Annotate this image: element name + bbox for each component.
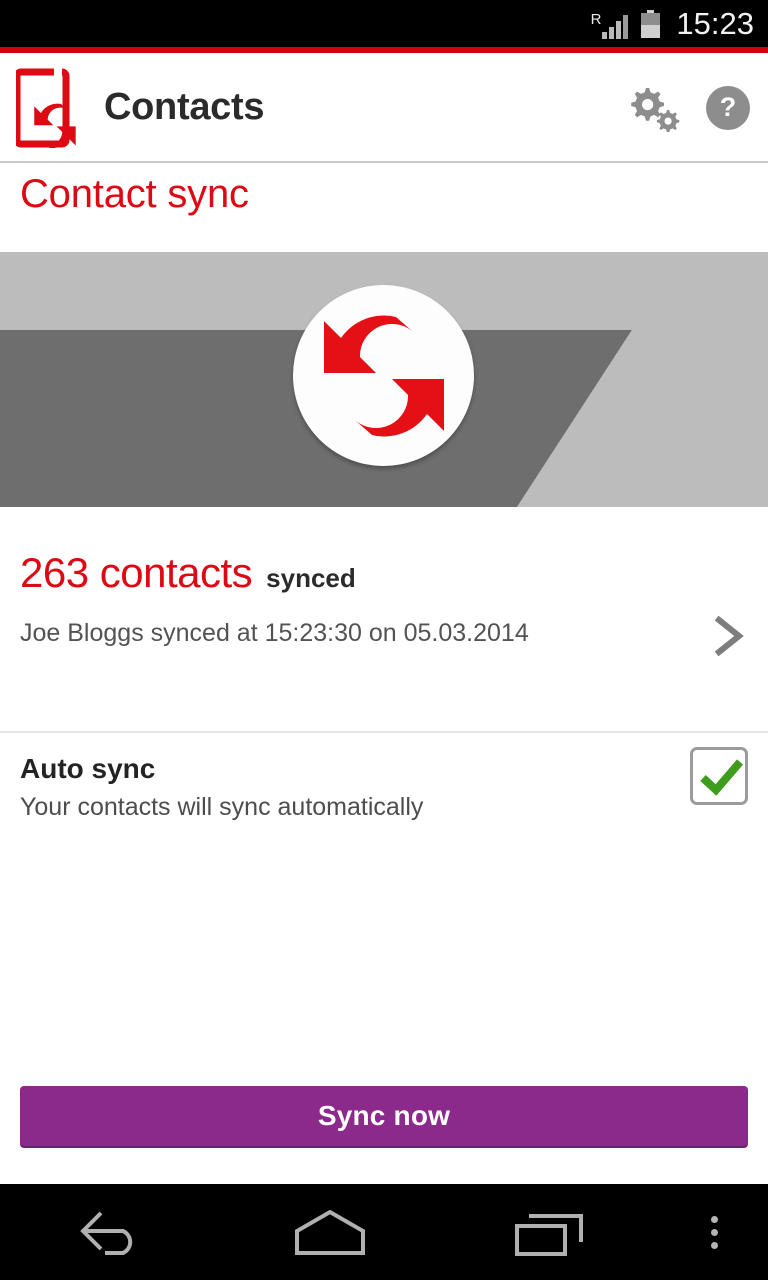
- chevron-right-icon[interactable]: [712, 615, 746, 657]
- overflow-menu-icon[interactable]: [660, 1184, 768, 1280]
- page-title: Contact sync: [20, 172, 249, 216]
- signal-bars-icon: R: [591, 9, 629, 39]
- sync-count-row: 263 contacts synced: [20, 549, 356, 597]
- sync-arrows-icon: [293, 285, 474, 466]
- gears-icon[interactable]: [626, 84, 680, 132]
- roaming-indicator: R: [590, 10, 602, 28]
- signal-strength-bars: [602, 12, 629, 39]
- app-bar-actions: ?: [626, 84, 750, 132]
- app-bar-divider: [0, 161, 768, 163]
- android-nav-bar: [0, 1184, 768, 1280]
- battery-icon: [641, 9, 661, 38]
- contacts-sync-logo-icon: [13, 67, 84, 148]
- sync-count: 263 contacts: [20, 549, 253, 596]
- sync-status-row[interactable]: 263 contacts synced Joe Bloggs synced at…: [0, 507, 768, 733]
- status-bar-right: R 15:23: [591, 8, 754, 39]
- sync-now-label: Sync now: [317, 1100, 451, 1131]
- sync-arrows-glyph: [324, 315, 444, 437]
- status-bar: R 15:23: [0, 0, 768, 47]
- help-button[interactable]: ?: [706, 85, 750, 130]
- check-icon: [700, 759, 744, 796]
- app-bar: Contacts ?: [0, 53, 768, 162]
- sync-detail-text: Joe Bloggs synced at 15:23:30 on 05.03.2…: [20, 619, 529, 647]
- auto-sync-row[interactable]: Auto sync Your contacts will sync automa…: [0, 733, 768, 843]
- recents-icon[interactable]: [440, 1184, 660, 1280]
- status-bar-clock: 15:23: [676, 6, 754, 41]
- sync-now-button[interactable]: Sync now: [20, 1086, 748, 1146]
- home-icon[interactable]: [220, 1184, 440, 1280]
- auto-sync-checkbox[interactable]: [690, 747, 748, 805]
- app-screen: R 15:23 Contacts ? Contact sync 263 cont…: [0, 0, 768, 1280]
- help-label: ?: [719, 92, 737, 122]
- back-arrow-icon[interactable]: [0, 1184, 220, 1280]
- page-title-app: Contacts: [104, 86, 265, 128]
- auto-sync-subtitle: Your contacts will sync automatically: [20, 793, 424, 821]
- auto-sync-title: Auto sync: [20, 753, 156, 784]
- sync-state-label: synced: [266, 563, 356, 593]
